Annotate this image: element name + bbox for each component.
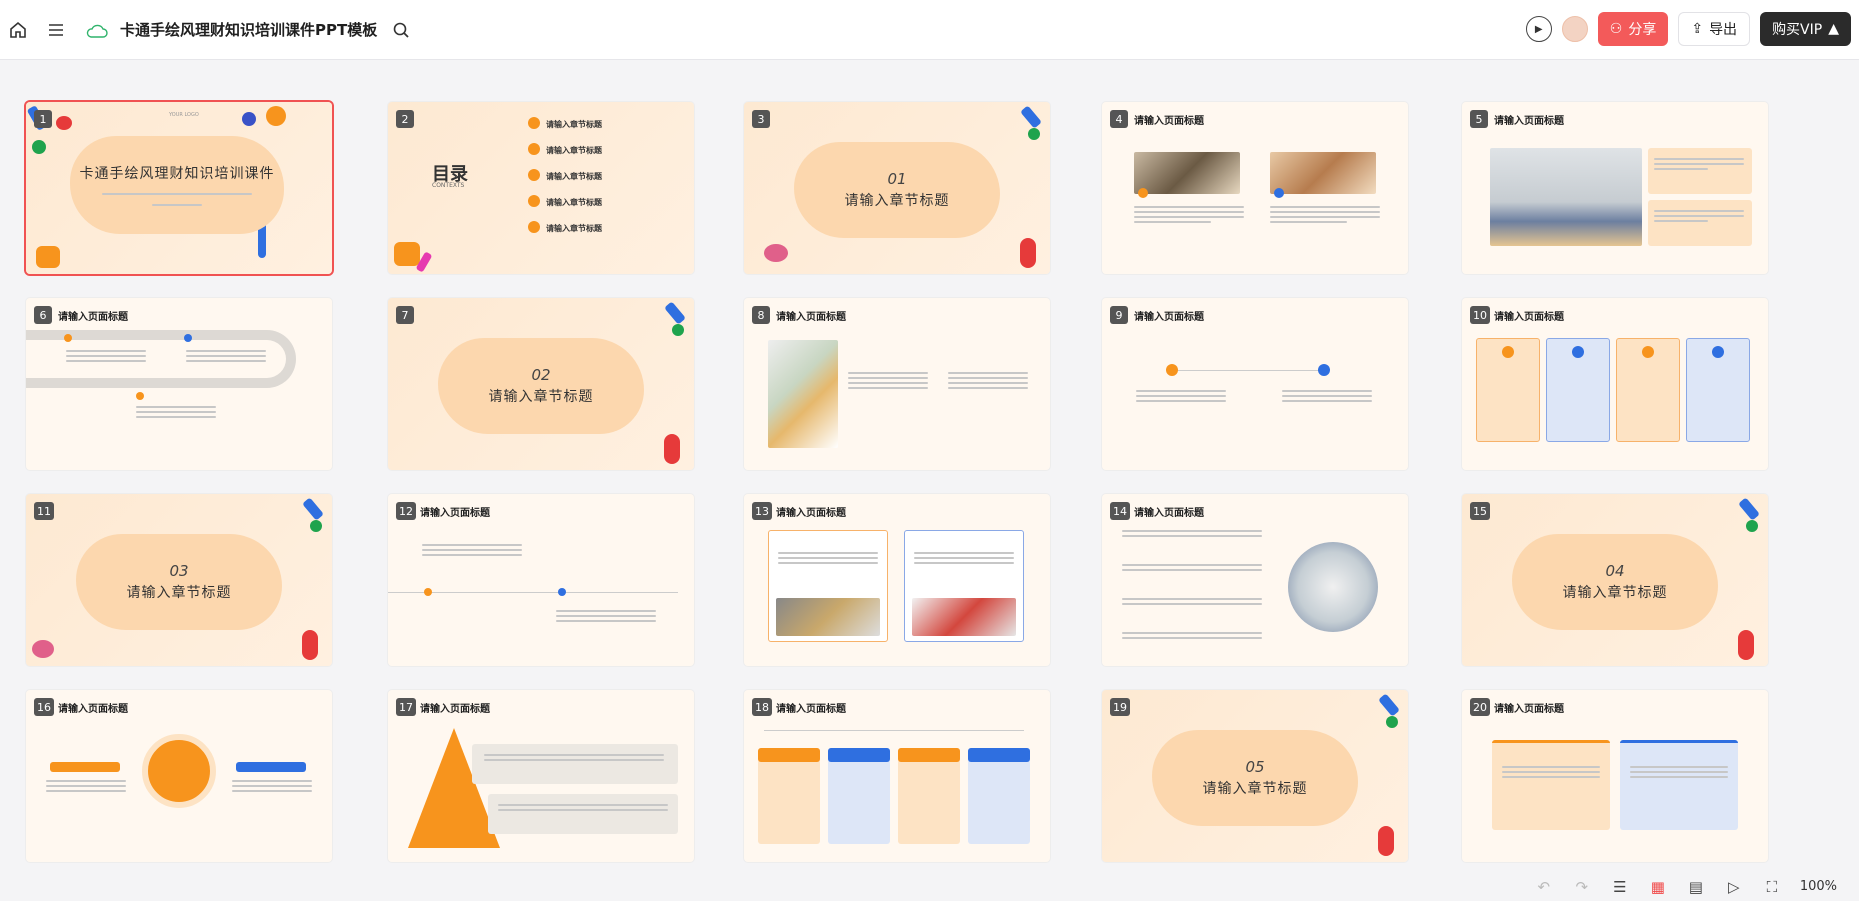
slide-thumbnail[interactable]: 19 05 请输入章节标题: [1102, 690, 1408, 862]
play-icon[interactable]: ▷: [1724, 878, 1744, 896]
slide-thumbnail[interactable]: 8 请输入页面标题: [744, 298, 1050, 470]
slide-number: 7: [396, 306, 414, 324]
list-view-icon[interactable]: ▤: [1686, 878, 1706, 896]
export-button[interactable]: ⇪ 导出: [1678, 12, 1751, 46]
home-icon[interactable]: [4, 16, 32, 44]
slide-number: 20: [1470, 698, 1490, 716]
slide-number: 2: [396, 110, 414, 128]
slide-number: 14: [1110, 502, 1130, 520]
slide-thumbnail[interactable]: 11 03 请输入章节标题: [26, 494, 332, 666]
slide-thumbnail[interactable]: 3 01 请输入章节标题: [744, 102, 1050, 274]
redo-icon[interactable]: ↷: [1572, 878, 1592, 896]
buy-vip-button[interactable]: 购买VIP ▲: [1760, 12, 1851, 46]
slide-thumbnail[interactable]: 1 YOUR LOGO 卡通手绘风理财知识培训课件: [26, 102, 332, 274]
bottom-toolbar: ↶ ↷ ☰ ▦ ▤ ▷ ⛶ 100%: [0, 872, 1859, 901]
slide-number: 9: [1110, 306, 1128, 324]
slide-thumbnail[interactable]: 2 目录 CONTEXTS 请输入章节标题 请输入章节标题 请输入章节标题 请输…: [388, 102, 694, 274]
fit-screen-icon[interactable]: ⛶: [1762, 878, 1782, 896]
grid-view-icon[interactable]: ▦: [1648, 878, 1668, 896]
rocket-icon: ▲: [1828, 21, 1839, 37]
slide-number: 8: [752, 306, 770, 324]
slide-thumbnail[interactable]: 10 请输入页面标题: [1462, 298, 1768, 470]
slide-thumbnail[interactable]: 18 请输入页面标题: [744, 690, 1050, 862]
slide-thumbnail[interactable]: 13 请输入页面标题: [744, 494, 1050, 666]
slide-number: 4: [1110, 110, 1128, 128]
slide-number: 12: [396, 502, 416, 520]
undo-icon[interactable]: ↶: [1534, 878, 1554, 896]
slide-thumbnail[interactable]: 20 请输入页面标题: [1462, 690, 1768, 862]
slide-thumbnail[interactable]: 14 请输入页面标题: [1102, 494, 1408, 666]
notes-icon[interactable]: ☰: [1610, 878, 1630, 896]
top-toolbar: 卡通手绘风理财知识培训课件PPT模板 ▶ ⚇ 分享 ⇪ 导出 购买VIP ▲: [0, 0, 1859, 60]
slide-number: 13: [752, 502, 772, 520]
slide-number: 10: [1470, 306, 1490, 324]
slide-thumbnail[interactable]: 6 请输入页面标题: [26, 298, 332, 470]
search-icon[interactable]: [387, 16, 415, 44]
slide-thumbnail[interactable]: 5 请输入页面标题: [1462, 102, 1768, 274]
slide-thumbnail[interactable]: 15 04 请输入章节标题: [1462, 494, 1768, 666]
slide-number: 16: [34, 698, 54, 716]
slide-thumbnail[interactable]: 7 02 请输入章节标题: [388, 298, 694, 470]
slide-number: 17: [396, 698, 416, 716]
slide-thumbnail[interactable]: 4 请输入页面标题: [1102, 102, 1408, 274]
slide-number: 3: [752, 110, 770, 128]
slide-number: 15: [1470, 502, 1490, 520]
zoom-level[interactable]: 100%: [1800, 879, 1837, 894]
user-icon: ⚇: [1609, 21, 1623, 37]
slide-number: 6: [34, 306, 52, 324]
share-button[interactable]: ⚇ 分享: [1597, 12, 1669, 46]
slide-grid: 1 YOUR LOGO 卡通手绘风理财知识培训课件 2 目录 CONTEXTS …: [26, 102, 1786, 862]
slide-thumbnail[interactable]: 17 请输入页面标题: [388, 690, 694, 862]
slide-number: 19: [1110, 698, 1130, 716]
menu-icon[interactable]: [42, 16, 70, 44]
slide-number: 5: [1470, 110, 1488, 128]
upload-icon: ⇪: [1691, 21, 1704, 37]
slide-number: 11: [34, 502, 54, 520]
slide-number: 18: [752, 698, 772, 716]
slide-thumbnail[interactable]: 16 请输入页面标题: [26, 690, 332, 862]
slide-number: 1: [34, 110, 52, 128]
slide-thumbnail[interactable]: 12 请输入页面标题: [388, 494, 694, 666]
play-icon[interactable]: ▶: [1525, 16, 1552, 42]
document-title[interactable]: 卡通手绘风理财知识培训课件PPT模板: [120, 19, 377, 40]
slide-title: 卡通手绘风理财知识培训课件: [79, 166, 275, 182]
avatar[interactable]: [1561, 16, 1588, 42]
slide-thumbnail[interactable]: 9 请输入页面标题: [1102, 298, 1408, 470]
cloud-saved-icon: [86, 23, 108, 38]
